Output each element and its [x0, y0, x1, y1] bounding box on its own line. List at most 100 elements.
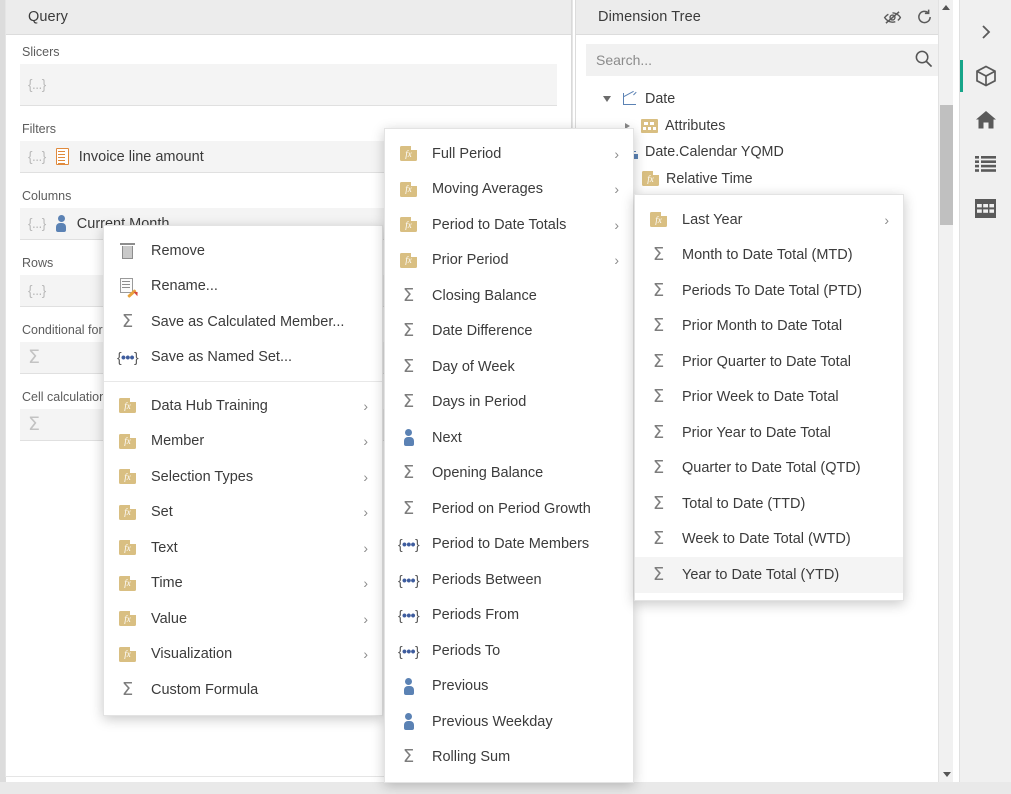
expand-chevron-icon[interactable] — [960, 10, 1011, 54]
tree-node-label: Relative Time — [666, 171, 753, 187]
sigma-icon: Σ — [649, 388, 668, 406]
menu-item-label: Period to Date Totals — [432, 217, 586, 233]
window-bottom-strip — [0, 782, 1011, 794]
submenu-item-full-period[interactable]: fx Full Period › — [385, 136, 633, 172]
scroll-down-arrow-icon[interactable] — [939, 767, 954, 782]
tree-node-label: Date — [645, 91, 675, 107]
search-bar[interactable] — [586, 44, 943, 76]
menu-item-label: Moving Averages — [432, 181, 586, 197]
menu-item-remove[interactable]: Remove — [104, 233, 382, 269]
submenu-item-prior-quarter-to-date-total[interactable]: Σ Prior Quarter to Date Total — [635, 344, 903, 380]
menu-item-label: Total to Date (TTD) — [682, 496, 889, 512]
submenu-item-period-to-date-totals[interactable]: fx Period to Date Totals › — [385, 207, 633, 243]
menu-item-label: Periods To Date Total (PTD) — [682, 283, 889, 299]
menu-item-selection-types[interactable]: fx Selection Types › — [104, 459, 382, 495]
fx-folder-icon: fx — [118, 647, 137, 662]
menu-item-label: Quarter to Date Total (QTD) — [682, 460, 889, 476]
search-icon[interactable] — [914, 49, 933, 71]
submenu-item-periods-to[interactable]: {•••} Periods To — [385, 633, 633, 669]
hide-icon[interactable] — [883, 10, 902, 25]
braces-icon: {•••} — [118, 349, 137, 365]
sigma-icon: Σ — [649, 459, 668, 477]
submenu-item-periods-to-date-total[interactable]: Σ Periods To Date Total (PTD) — [635, 273, 903, 309]
submenu-item-previous[interactable]: Previous — [385, 669, 633, 705]
submenu-item-periods-between[interactable]: {•••} Periods Between — [385, 562, 633, 598]
submenu-item-prior-period[interactable]: fx Prior Period › — [385, 243, 633, 279]
submenu-item-total-to-date[interactable]: Σ Total to Date (TTD) — [635, 486, 903, 522]
submenu-item-year-to-date-total[interactable]: Σ Year to Date Total (YTD) — [635, 557, 903, 593]
submenu-item-previous-weekday[interactable]: Previous Weekday — [385, 704, 633, 740]
search-input[interactable] — [596, 52, 914, 68]
menu-item-time[interactable]: fx Time › — [104, 566, 382, 602]
filter-item-label: Invoice line amount — [79, 149, 204, 165]
menu-item-data-hub-training[interactable]: fx Data Hub Training › — [104, 388, 382, 424]
menu-item-value[interactable]: fx Value › — [104, 601, 382, 637]
submenu-item-next[interactable]: Next — [385, 420, 633, 456]
submenu-item-quarter-to-date-total[interactable]: Σ Quarter to Date Total (QTD) — [635, 451, 903, 487]
submenu-item-prior-year-to-date-total[interactable]: Σ Prior Year to Date Total — [635, 415, 903, 451]
submenu-item-closing-balance[interactable]: Σ Closing Balance — [385, 278, 633, 314]
sigma-icon: Σ — [649, 566, 668, 584]
menu-item-label: Selection Types — [151, 469, 335, 485]
sigma-icon: Σ — [649, 495, 668, 513]
grid-icon[interactable] — [960, 186, 1011, 230]
cube-icon[interactable] — [960, 54, 1011, 98]
dimension-tree-scrollbar[interactable] — [938, 0, 953, 782]
menu-item-label: Set — [151, 504, 335, 520]
menu-item-label: Opening Balance — [432, 465, 619, 481]
attributes-icon — [641, 119, 658, 133]
menu-item-label: Days in Period — [432, 394, 619, 410]
home-icon[interactable] — [960, 98, 1011, 142]
menu-item-label: Save as Named Set... — [151, 349, 368, 365]
menu-item-save-as-named-set[interactable]: {•••} Save as Named Set... — [104, 340, 382, 376]
submenu-item-last-year[interactable]: fx Last Year › — [635, 202, 903, 238]
context-menu: Remove Rename... Σ Save as Calculated Me… — [103, 225, 383, 716]
submenu-item-rolling-sum[interactable]: Σ Rolling Sum — [385, 740, 633, 776]
menu-item-text[interactable]: fx Text › — [104, 530, 382, 566]
fx-folder-icon: fx — [118, 469, 137, 484]
menu-item-set[interactable]: fx Set › — [104, 495, 382, 531]
menu-item-label: Periods To — [432, 643, 619, 659]
submenu-item-days-in-period[interactable]: Σ Days in Period — [385, 385, 633, 421]
fx-folder-icon: fx — [649, 212, 668, 227]
chevron-right-icon: › — [349, 398, 368, 414]
fx-folder-icon: fx — [399, 253, 418, 268]
menu-item-label: Previous — [432, 678, 619, 694]
slicers-dropzone[interactable]: {...} — [20, 64, 557, 106]
menu-item-custom-formula[interactable]: Σ Custom Formula — [104, 672, 382, 708]
submenu-item-day-of-week[interactable]: Σ Day of Week — [385, 349, 633, 385]
chevron-right-icon: › — [349, 504, 368, 520]
submenu-item-prior-month-to-date-total[interactable]: Σ Prior Month to Date Total — [635, 309, 903, 345]
field-group-slicers: Slicers {...} — [20, 45, 557, 106]
chevron-right-icon: › — [349, 575, 368, 591]
chevron-right-icon: › — [600, 181, 619, 197]
submenu-period-to-date-totals: fx Last Year › Σ Month to Date Total (MT… — [634, 194, 904, 601]
submenu-item-periods-from[interactable]: {•••} Periods From — [385, 598, 633, 634]
list-icon[interactable] — [960, 142, 1011, 186]
braces-icon: {•••} — [399, 643, 418, 659]
chevron-right-icon: › — [600, 217, 619, 233]
submenu-item-moving-averages[interactable]: fx Moving Averages › — [385, 172, 633, 208]
menu-item-save-as-calculated-member[interactable]: Σ Save as Calculated Member... — [104, 304, 382, 340]
menu-item-rename[interactable]: Rename... — [104, 269, 382, 305]
tree-node-date[interactable]: Date — [576, 86, 953, 113]
fx-folder-icon: fx — [118, 398, 137, 413]
scrollbar-thumb[interactable] — [940, 105, 953, 225]
sigma-icon: Σ — [399, 322, 418, 340]
submenu-item-month-to-date-total[interactable]: Σ Month to Date Total (MTD) — [635, 238, 903, 274]
scroll-up-arrow-icon[interactable] — [939, 0, 953, 15]
submenu-item-opening-balance[interactable]: Σ Opening Balance — [385, 456, 633, 492]
tree-node-label: Attributes — [665, 118, 725, 134]
chevron-right-icon: › — [349, 469, 368, 485]
member-person-icon — [56, 215, 67, 232]
submenu-item-period-to-date-members[interactable]: {•••} Period to Date Members — [385, 527, 633, 563]
menu-item-member[interactable]: fx Member › — [104, 424, 382, 460]
submenu-item-period-on-period-growth[interactable]: Σ Period on Period Growth — [385, 491, 633, 527]
caret-down-icon[interactable] — [600, 96, 614, 102]
refresh-icon[interactable] — [916, 9, 933, 25]
submenu-item-week-to-date-total[interactable]: Σ Week to Date Total (WTD) — [635, 522, 903, 558]
menu-item-visualization[interactable]: fx Visualization › — [104, 637, 382, 673]
dimension-tree-header: Dimension Tree — [576, 0, 953, 35]
submenu-item-prior-week-to-date-total[interactable]: Σ Prior Week to Date Total — [635, 380, 903, 416]
submenu-item-date-difference[interactable]: Σ Date Difference — [385, 314, 633, 350]
